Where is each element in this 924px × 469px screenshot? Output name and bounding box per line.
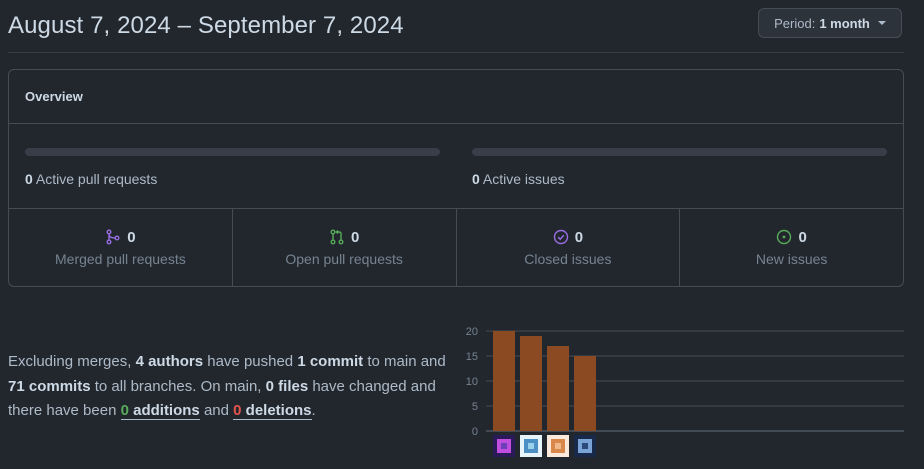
contributor-avatar[interactable] [520, 435, 542, 457]
y-tick-label: 20 [466, 326, 478, 338]
closed-issues-label: Closed issues [524, 250, 612, 267]
authors-count: 4 authors [135, 353, 204, 370]
stat-merged-pull-requests[interactable]: 0 Merged pull requests [9, 209, 233, 286]
summary-text: and [199, 402, 234, 419]
stat-new-issues[interactable]: 0 New issues [680, 209, 903, 286]
period-prefix: Period: [774, 15, 816, 31]
closed-issues-count: 0 [574, 228, 584, 246]
stats-row: 0 Merged pull requests 0 Open pull reque… [9, 209, 903, 286]
deletions-word: deletions [241, 402, 312, 419]
new-issues-label: New issues [755, 250, 828, 267]
y-tick-label: 5 [472, 401, 478, 413]
open-pull-requests-label: Open pull requests [285, 250, 403, 267]
active-pull-requests-summary: 0 Active pull requests [25, 148, 440, 187]
active-pull-requests-label: Active pull requests [35, 171, 158, 187]
activity-progress-row: 0 Active pull requests 0 Active issues [9, 124, 903, 209]
contributor-avatar[interactable] [547, 435, 569, 457]
active-issues-label: Active issues [482, 171, 565, 187]
active-pull-requests-bar [25, 148, 440, 156]
pull-request-icon [330, 229, 344, 245]
divider [8, 52, 904, 53]
y-tick-label: 10 [466, 376, 478, 388]
active-pull-requests-count: 0 [25, 171, 33, 187]
stat-closed-issues[interactable]: 0 Closed issues [457, 209, 681, 286]
deletions-count: 0 [233, 402, 242, 419]
new-issues-count: 0 [798, 228, 807, 246]
additions-link[interactable]: 0 additions [120, 402, 200, 420]
summary-text: Excluding merges, [8, 353, 136, 370]
merged-pull-requests-label: Merged pull requests [55, 250, 186, 267]
issue-closed-icon [553, 229, 568, 245]
active-issues-bar [472, 148, 887, 156]
contributor-avatar[interactable] [493, 435, 515, 457]
active-issues-summary: 0 Active issues [472, 148, 887, 187]
commit-summary: Excluding merges, 4 authors have pushed … [8, 350, 458, 424]
overview-panel: Overview 0 Active pull requests 0 Active… [8, 69, 904, 287]
period-value: 1 month [819, 15, 870, 31]
main-commits-count: 1 commit [297, 353, 364, 370]
summary-text: to main and [363, 353, 446, 370]
contributor-avatar[interactable] [574, 435, 596, 457]
summary-text: . [311, 402, 316, 419]
y-tick-label: 0 [472, 426, 478, 438]
merged-pull-requests-count: 0 [127, 228, 136, 246]
overview-heading: Overview [9, 70, 903, 124]
merge-icon [106, 229, 120, 245]
contributors-bar-chart: 0 5 10 15 20 [466, 326, 904, 457]
page-title: August 7, 2024 – September 7, 2024 [8, 12, 404, 39]
additions-count: 0 [120, 402, 129, 419]
deletions-link[interactable]: 0 deletions [233, 402, 312, 420]
open-pull-requests-count: 0 [350, 228, 360, 246]
active-issues-link[interactable]: 0 Active issues [472, 171, 887, 187]
files-changed-count: 0 files [265, 377, 309, 395]
summary-text: have pushed [203, 353, 298, 370]
summary-text: to all branches. On main, [90, 377, 266, 395]
chart-bar[interactable] [520, 336, 542, 431]
additions-word: additions [128, 402, 200, 419]
chart-bar[interactable] [547, 346, 569, 431]
all-commits-count: 71 commits [8, 377, 91, 395]
issue-opened-icon [777, 229, 792, 245]
stat-open-pull-requests[interactable]: 0 Open pull requests [233, 209, 457, 286]
period-dropdown-button[interactable]: Period: 1 month [758, 8, 902, 38]
caret-down-icon [877, 21, 886, 25]
y-tick-label: 15 [466, 351, 478, 363]
active-pull-requests-link[interactable]: 0 Active pull requests [25, 171, 440, 187]
chart-bar[interactable] [574, 356, 596, 431]
active-issues-count: 0 [472, 171, 480, 187]
chart-bar[interactable] [493, 331, 515, 431]
